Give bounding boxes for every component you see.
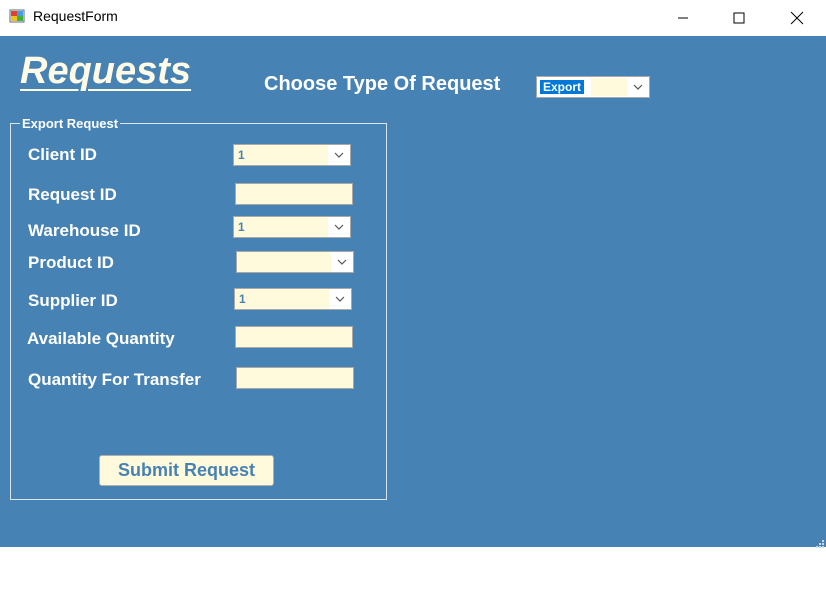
submit-request-button[interactable]: Submit Request: [99, 455, 274, 486]
request-type-value: Export: [540, 80, 585, 94]
selection-fill: [591, 78, 627, 96]
client-id-dropdown[interactable]: 1: [233, 144, 351, 166]
supplier-id-value: 1: [239, 292, 246, 306]
window-title: RequestForm: [33, 8, 118, 24]
chevron-down-icon[interactable]: [328, 145, 350, 165]
group-title: Export Request: [20, 116, 121, 131]
available-quantity-label: Available Quantity: [27, 329, 175, 348]
available-quantity-field[interactable]: [235, 326, 353, 348]
product-id-dropdown[interactable]: [236, 251, 354, 273]
warehouse-id-value: 1: [238, 220, 245, 234]
quantity-for-transfer-label: Quantity For Transfer: [28, 370, 201, 389]
request-id-label: Request ID: [28, 185, 117, 204]
client-id-value: 1: [238, 148, 245, 162]
chevron-down-icon[interactable]: [331, 252, 353, 272]
supplier-id-label: Supplier ID: [28, 291, 118, 310]
client-id-label: Client ID: [28, 145, 97, 164]
warehouse-id-label: Warehouse ID: [28, 221, 141, 240]
chevron-down-icon[interactable]: [627, 77, 649, 97]
resize-grip-icon[interactable]: [814, 535, 824, 548]
page-title: Requests: [20, 50, 192, 92]
quantity-for-transfer-field[interactable]: [236, 367, 354, 389]
export-request-group: [10, 123, 387, 500]
title-bar: RequestForm: [0, 0, 826, 36]
chevron-down-icon[interactable]: [329, 289, 351, 309]
request-type-dropdown[interactable]: Export: [536, 76, 650, 98]
chevron-down-icon[interactable]: [328, 217, 350, 237]
app-icon: [9, 8, 25, 24]
minimize-button[interactable]: [655, 0, 711, 36]
maximize-button[interactable]: [711, 0, 767, 36]
supplier-id-dropdown[interactable]: 1: [234, 288, 352, 310]
form-client-area: Requests Choose Type Of Request Export E…: [0, 36, 826, 548]
close-button[interactable]: [769, 0, 825, 36]
warehouse-id-dropdown[interactable]: 1: [233, 216, 351, 238]
request-type-label: Choose Type Of Request: [264, 73, 501, 95]
product-id-label: Product ID: [28, 253, 114, 272]
request-id-field[interactable]: [235, 183, 353, 205]
